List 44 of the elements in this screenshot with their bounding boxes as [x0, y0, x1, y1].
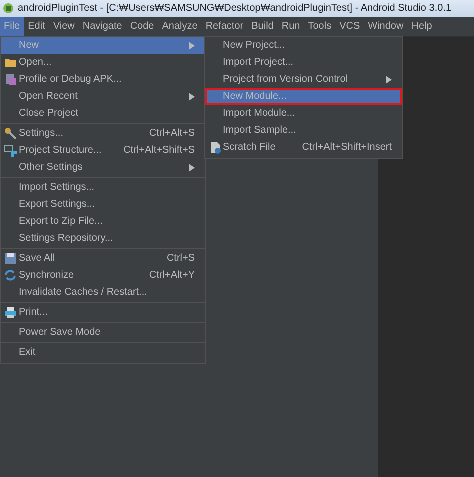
menu-item[interactable]: Print... [1, 304, 205, 321]
window-title: androidPluginTest - [C:₩Users₩SAMSUNG₩Desktop₩androidPluginTest] - Android Studio 3.0.1 [18, 3, 452, 14]
menu-bar-item[interactable]: Help [408, 17, 436, 36]
app-icon [3, 3, 14, 14]
menu-item[interactable]: Save All Ctrl+S [1, 250, 205, 267]
menu-bar-item[interactable]: Refactor [202, 17, 248, 36]
menu-bar-item[interactable]: Window [364, 17, 408, 36]
menu-bar-item[interactable]: Build [248, 17, 278, 36]
menu-item[interactable]: Power Save Mode [1, 324, 205, 341]
menu-item[interactable]: Other Settings [1, 159, 205, 176]
menu-bar-item[interactable]: Code [126, 17, 158, 36]
menu-bar-item[interactable]: Edit [24, 17, 50, 36]
menu-item[interactable]: New Project... [205, 37, 402, 54]
document-icon [4, 73, 17, 86]
menu-item[interactable]: Invalidate Caches / Restart... [1, 284, 205, 301]
menu-item[interactable]: Settings... Ctrl+Alt+S [1, 125, 205, 142]
menu-item[interactable]: Import Project... [205, 54, 402, 71]
menu-item[interactable]: Import Sample... [205, 122, 402, 139]
menu-item[interactable]: Project Structure... Ctrl+Alt+Shift+S [1, 142, 205, 159]
folder-icon [4, 56, 17, 69]
menu-bar-item[interactable]: Analyze [158, 17, 202, 36]
menu-item[interactable]: Export to Zip File... [1, 213, 205, 230]
menu-item[interactable]: Profile or Debug APK... [1, 71, 205, 88]
menu-item[interactable]: Project from Version Control [205, 71, 402, 88]
menu-item[interactable]: Open... [1, 54, 205, 71]
menu-bar-item[interactable]: View [49, 17, 79, 36]
menu-item[interactable]: Close Project [1, 105, 205, 122]
structure-icon [4, 144, 17, 157]
menu-item[interactable]: Export Settings... [1, 196, 205, 213]
menu-item[interactable]: Synchronize Ctrl+Alt+Y [1, 267, 205, 284]
menu-item[interactable]: Scratch File Ctrl+Alt+Shift+Insert [205, 139, 402, 156]
wrench-icon [4, 127, 17, 140]
menu-bar-item[interactable]: Tools [304, 17, 336, 36]
menu-bar-item[interactable]: VCS [336, 17, 364, 36]
menu-item[interactable]: Settings Repository... [1, 230, 205, 247]
printer-icon [4, 306, 17, 319]
menu-item[interactable]: Exit [1, 344, 205, 361]
menu-bar-item[interactable]: Navigate [78, 17, 126, 36]
menu-item[interactable]: Import Module... [205, 105, 402, 122]
menu-bar-item[interactable]: Run [278, 17, 304, 36]
menu-item[interactable]: Import Settings... [1, 179, 205, 196]
file-icon [209, 141, 222, 154]
menu-item[interactable]: Open Recent [1, 88, 205, 105]
sync-icon [4, 269, 17, 282]
